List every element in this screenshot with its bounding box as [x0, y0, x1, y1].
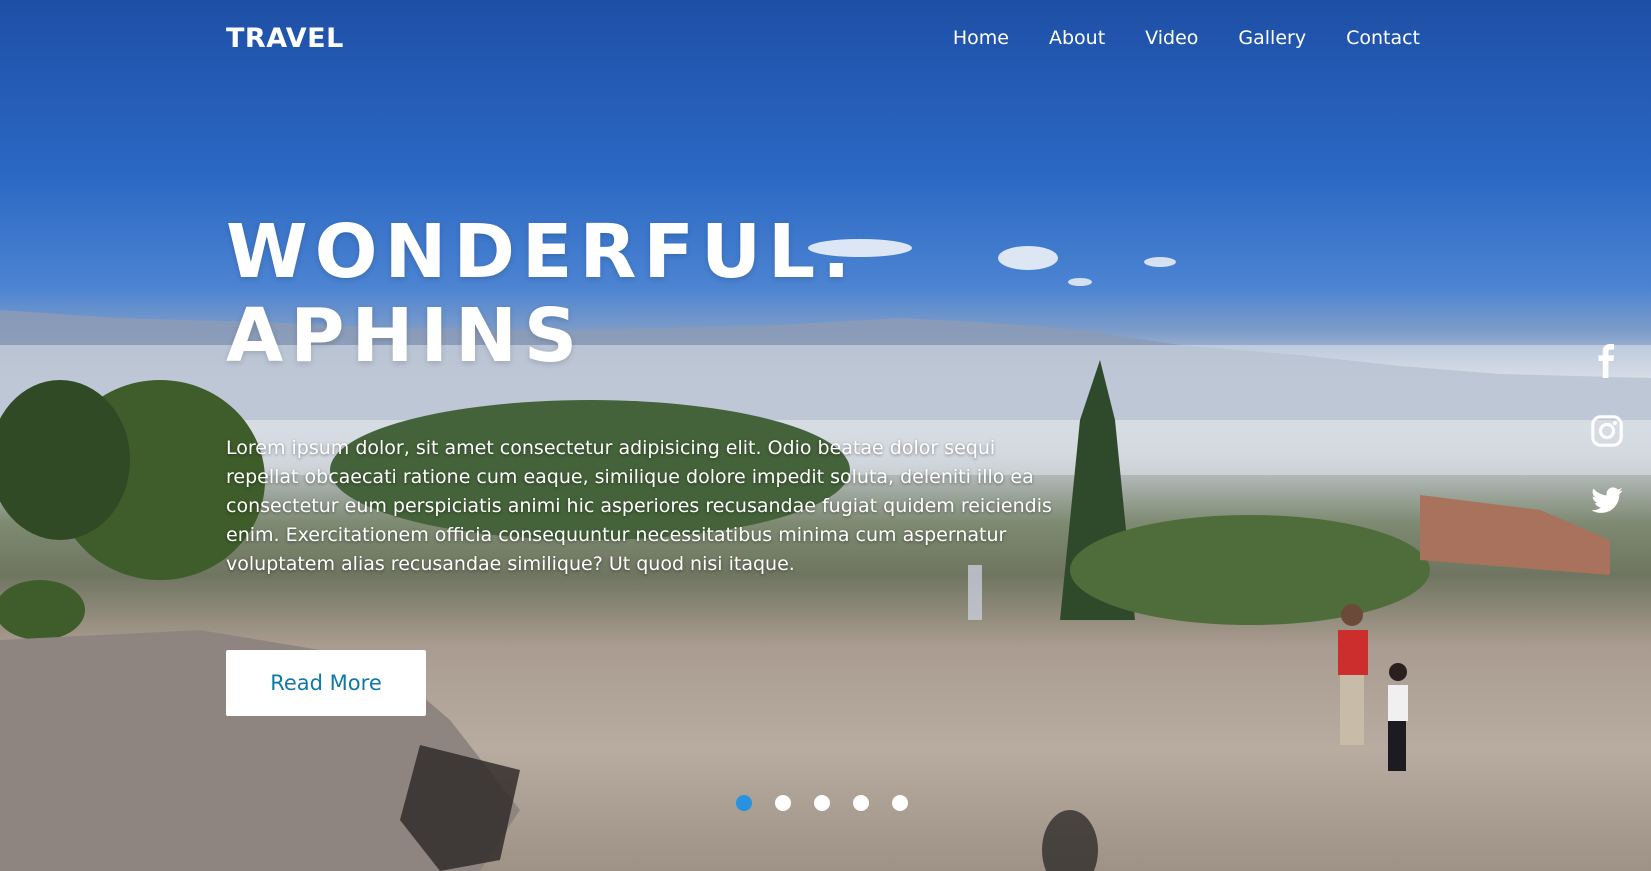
nav-contact[interactable]: Contact	[1346, 27, 1420, 49]
nav-about[interactable]: About	[1049, 27, 1105, 49]
hero-content: WONDERFUL. APHINS Lorem ipsum dolor, sit…	[226, 210, 1076, 598]
slider-dot-5[interactable]	[892, 795, 908, 811]
nav-video[interactable]: Video	[1145, 27, 1198, 49]
instagram-icon[interactable]	[1590, 414, 1624, 448]
slider-dot-2[interactable]	[775, 795, 791, 811]
nav-gallery[interactable]: Gallery	[1238, 27, 1306, 49]
social-links	[1590, 344, 1626, 554]
slider-dot-1[interactable]	[736, 795, 752, 811]
nav-home[interactable]: Home	[953, 27, 1009, 49]
hero-title-line1: WONDERFUL.	[226, 209, 858, 295]
slider-dot-4[interactable]	[853, 795, 869, 811]
site-logo[interactable]: TRAVEL	[226, 23, 344, 54]
twitter-icon[interactable]	[1590, 484, 1624, 518]
read-more-button[interactable]: Read More	[226, 650, 426, 716]
hero-description: Lorem ipsum dolor, sit amet consectetur …	[226, 437, 1052, 575]
hero-title-line2: APHINS	[226, 293, 585, 379]
facebook-icon[interactable]	[1590, 344, 1624, 378]
nav-menu: Home About Video Gallery Contact	[953, 27, 1420, 49]
slider-dot-3[interactable]	[814, 795, 830, 811]
top-navbar: TRAVEL Home About Video Gallery Contact	[226, 18, 1420, 58]
slider-dots	[736, 795, 908, 811]
